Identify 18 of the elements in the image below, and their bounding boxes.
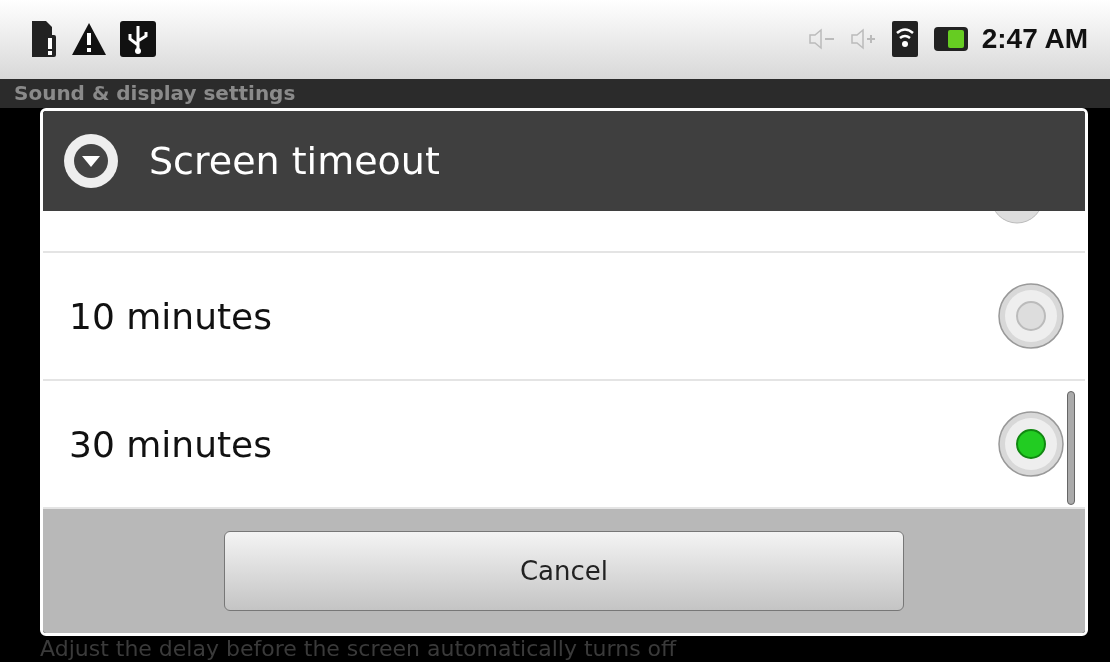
warning-icon bbox=[70, 21, 108, 58]
radio-button[interactable] bbox=[997, 282, 1065, 350]
dropdown-icon bbox=[63, 133, 119, 189]
dialog-title: Screen timeout bbox=[149, 139, 440, 183]
scrollbar[interactable] bbox=[1067, 391, 1075, 505]
volume-up-icon bbox=[849, 28, 878, 51]
status-time: 2:47 AM bbox=[981, 23, 1088, 56]
battery-icon bbox=[931, 27, 968, 52]
option-row[interactable]: 10 minutes bbox=[43, 253, 1085, 381]
wifi-icon bbox=[891, 21, 918, 58]
screen-title: Sound & display settings bbox=[14, 80, 296, 107]
radio-button[interactable] bbox=[997, 410, 1065, 478]
setting-summary: Adjust the delay before the screen automatically turns off bbox=[40, 636, 678, 662]
option-label: 30 minutes bbox=[69, 423, 272, 465]
cancel-button[interactable]: Cancel bbox=[224, 531, 904, 611]
volume-down-icon bbox=[807, 28, 836, 51]
usb-icon bbox=[120, 21, 156, 58]
option-label: 10 minutes bbox=[69, 295, 272, 337]
